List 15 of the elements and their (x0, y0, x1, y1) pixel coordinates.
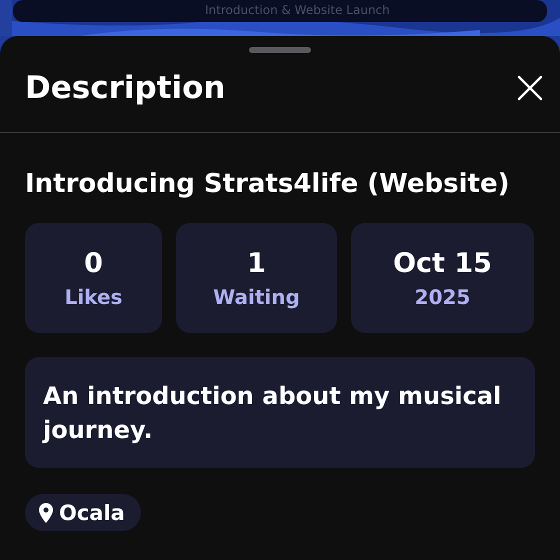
location-pin-icon (39, 502, 53, 522)
event-title: Introducing Strats4life (Website) (24, 168, 510, 199)
event-subtitle: Introduction & Website Launch (205, 3, 390, 17)
stat-value: Oct 15 (393, 248, 492, 278)
stat-value: 0 (84, 248, 103, 278)
location-chip[interactable]: Ocala (25, 494, 141, 531)
stat-label: Waiting (213, 284, 300, 308)
sheet-title: Description (25, 70, 226, 106)
stat-label: 2025 (414, 284, 470, 308)
stat-label: Likes (64, 284, 122, 308)
drag-handle[interactable] (249, 47, 311, 53)
location-text: Ocala (59, 500, 125, 524)
close-icon[interactable] (516, 74, 544, 102)
stat-value: 1 (247, 248, 266, 278)
description-card: An introduction about my musical journey. (25, 357, 535, 468)
